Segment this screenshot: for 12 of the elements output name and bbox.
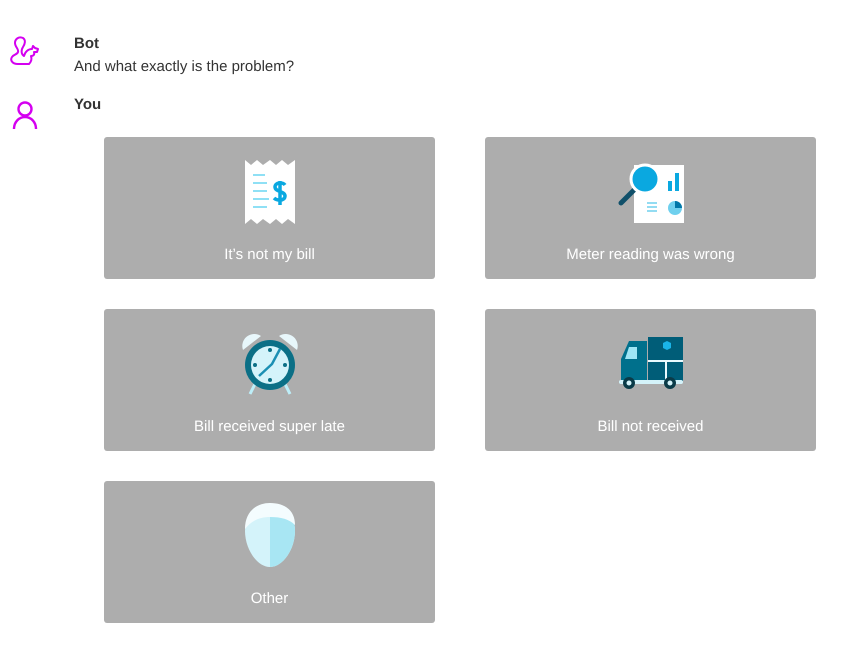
option-card[interactable]: Bill not received [485,309,816,451]
receipt-icon [244,160,294,224]
option-card[interactable]: Meter reading was wrong [485,137,816,279]
sender-name: Bot [74,34,99,54]
sender-name: You [74,95,102,115]
option-card[interactable]: Bill received super late [104,309,435,451]
option-card[interactable]: Other [104,481,435,623]
delivery-truck-icon [618,337,682,391]
option-card[interactable]: It’s not my bill [104,137,435,279]
message-text: And what exactly is the problem? [74,57,294,77]
person-icon [11,100,39,130]
magnifier-report-icon [618,161,684,223]
